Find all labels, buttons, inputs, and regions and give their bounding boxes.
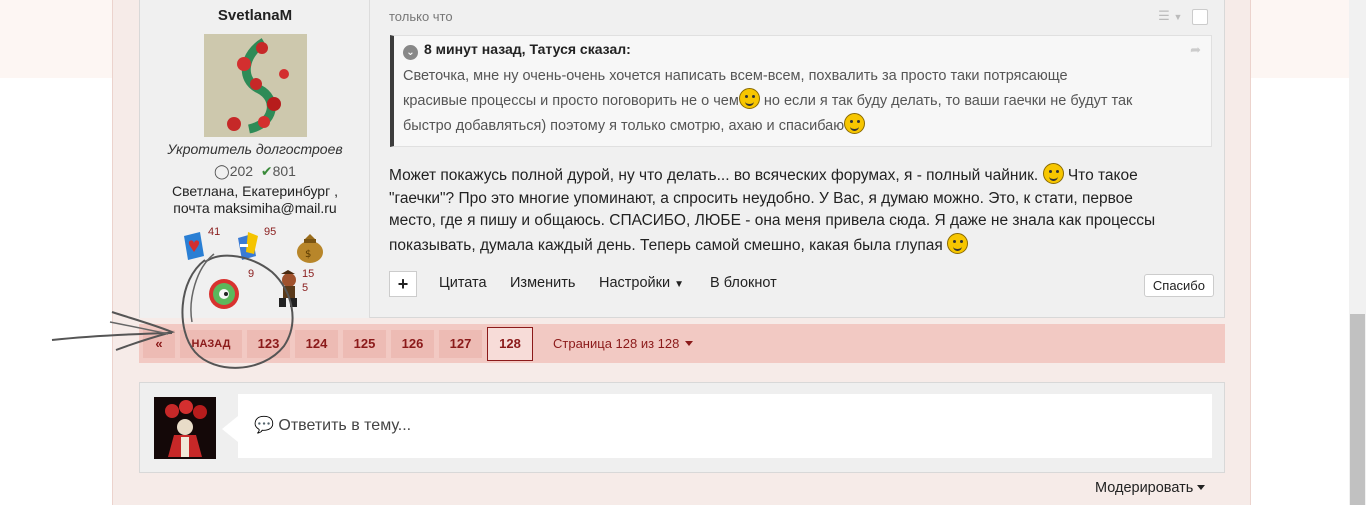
author-email: почта maksimiha@mail.ru [173,200,337,216]
post-actions-bar: + Цитата Изменить Настройки ▼ В блокнот … [371,267,1226,303]
pagination: « НАЗАД 123 124 125 126 127 128 Страница… [139,324,1225,363]
post-content: только что ☰ ▼ ⌄ 8 минут назад, Татуся ск… [371,0,1226,318]
post-line: место, где я пишу и общаюсь. СПАСИБО, ЛЮ… [389,212,1156,229]
cat-in-boots-award-icon[interactable] [273,270,303,315]
quote-text-fragment: быстро добавляться) поэтому я только смо… [403,118,845,134]
quote-text: Светочка, мне ну очень-очень хочется нап… [403,64,1203,138]
laughing-smiley-icon [738,88,760,109]
quote-button[interactable]: Цитата [439,275,487,291]
post-text-fragment: Может покажусь полной дурой, ну что дела… [389,167,1043,184]
reply-input[interactable]: 💬 Ответить в тему... [238,394,1212,458]
quote-block: ⌄ 8 минут назад, Татуся сказал: ➦ Светочк… [390,35,1212,147]
money-bag-award-icon[interactable]: $ [294,230,326,269]
current-user-avatar[interactable] [154,397,216,459]
award-count: 5 [302,282,309,294]
heart-book-award-icon[interactable] [180,230,208,267]
book-pencil-award-icon[interactable] [234,230,262,267]
page-jump-dropdown[interactable]: Страница 128 из 128 [553,336,694,351]
thanks-button[interactable]: Спасибо [1143,274,1214,297]
quote-header[interactable]: ⌄ 8 минут назад, Татуся сказал: [403,41,631,60]
page-link[interactable]: 124 [295,330,338,358]
prev-page-button[interactable]: НАЗАД [180,330,242,358]
caret-down-icon [1197,485,1206,490]
current-page[interactable]: 128 [487,327,533,361]
quote-line: Светочка, мне ну очень-очень хочется нап… [403,68,1068,84]
multiquote-button[interactable]: + [389,271,417,297]
caret-down-icon [685,341,694,346]
post-body: Может покажусь полной дурой, ну что дела… [389,163,1219,257]
page-info-label: Страница 128 из 128 [553,336,680,351]
page-link[interactable]: 125 [343,330,386,358]
notepad-button[interactable]: В блокнот [710,275,777,291]
author-rank-title: Укротитель долгостроев [167,141,343,157]
award-count: 9 [248,268,255,280]
reply-box: 💬 Ответить в тему... [139,382,1225,473]
forum-post: SvetlanaM Укротитель долгостроев ◯202 ✔8… [139,0,1225,318]
author-name[interactable]: SvetlanaM [140,7,370,24]
award-count: 41 [208,226,221,238]
collapse-quote-icon[interactable]: ⌄ [403,45,418,60]
caret-down-icon: ▼ [674,279,685,290]
author-info: Светлана, Екатеринбург , почта maksimiha… [140,183,370,217]
select-post-checkbox[interactable] [1192,8,1208,25]
page-link[interactable]: 123 [247,330,290,358]
reply-placeholder: Ответить в тему... [278,417,412,434]
author-post-count: 202 [229,163,254,179]
quote-text-fragment: но если я так буду делать, то ваши гаечк… [759,93,1133,109]
moderate-menu-button[interactable]: Модерировать [1095,480,1206,496]
comment-icon: 💬 [254,417,274,434]
quote-text-fragment: красивые процессы и просто поговорить не… [403,93,739,109]
page-link[interactable]: 127 [439,330,482,358]
first-page-button[interactable]: « [143,330,175,358]
settings-menu-button[interactable]: Настройки ▼ [599,275,684,291]
chevron-down-icon[interactable]: ▼ [1173,12,1182,22]
award-count: 95 [264,226,277,238]
quote-line: красивые процессы и просто поговорить не… [403,88,1203,113]
post-line: Может покажусь полной дурой, ну что дела… [389,163,1219,188]
scrollbar-thumb[interactable] [1350,314,1365,505]
author-location: Светлана, Екатеринбург , [172,183,338,199]
page-link[interactable]: 126 [391,330,434,358]
gear-award-icon[interactable] [204,274,246,317]
author-reputation: 801 [272,163,296,179]
quote-line: быстро добавляться) поэтому я только смо… [403,113,1203,138]
share-icon[interactable]: ☰ [1158,8,1170,23]
moderate-label: Модерировать [1095,480,1194,496]
svg-text:$: $ [305,249,311,260]
quote-author-line: 8 минут назад, Татуся сказал: [424,41,631,57]
reply-pointer [222,416,238,442]
crazy-smiley-icon [946,232,968,254]
post-text-fragment: показывать, думала каждый день. Теперь с… [389,236,943,254]
crying-smiley-icon [1042,163,1064,184]
checkmark-icon: ✔ [260,163,273,179]
go-to-quote-icon[interactable]: ➦ [1190,42,1201,58]
post-timestamp[interactable]: только что [389,9,453,24]
post-author-panel: SvetlanaM Укротитель долгостроев ◯202 ✔8… [140,0,370,318]
comment-icon: ◯ [214,163,230,179]
award-count: 15 [302,268,315,280]
settings-label: Настройки [599,275,671,291]
smiley-icon [844,113,866,134]
post-line: "гаечки"? Про это многие упоминают, а сп… [389,189,1133,207]
post-text-fragment: Что такое [1063,167,1138,184]
author-avatar[interactable] [204,34,307,137]
post-tools: ☰ ▼ [1158,8,1208,25]
edit-button[interactable]: Изменить [510,275,575,291]
post-line: показывать, думала каждый день. Теперь с… [389,232,1219,258]
author-stats: ◯202 ✔801 [140,163,370,180]
